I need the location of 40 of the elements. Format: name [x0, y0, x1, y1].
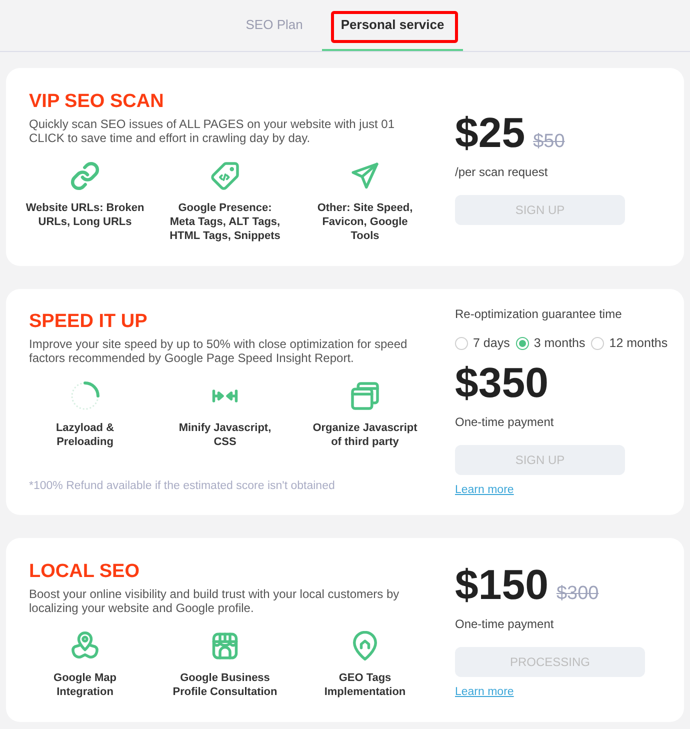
old-price: $50 [533, 131, 565, 153]
plan-description: Quickly scan SEO issues of ALL PAGES on your website with just 01 CLICK to save time and effort in crawling day by day. [29, 117, 396, 145]
price: $350 [455, 358, 548, 407]
feature-label: Lazyload & Preloading [54, 421, 116, 449]
guarantee-label: Re-optimization guarantee time [455, 307, 623, 322]
plan-title: LOCAL SEO [29, 561, 140, 583]
paper-plane-icon [350, 161, 380, 191]
learn-more-link[interactable]: Learn more [455, 482, 514, 497]
price-note: /per scan request [455, 165, 549, 179]
plan-description: Boost your online visibility and build trust with your local customers by localizing your website and Google profile. [29, 587, 400, 615]
feature-label: Google Business Profile Consultation [172, 671, 278, 699]
radio-option[interactable]: 7 days [455, 334, 510, 353]
feature-label: Other: Site Speed, Favicon, Google Tools [316, 201, 414, 243]
radio-option[interactable]: 12 months [591, 334, 668, 353]
plan-title: VIP SEO SCAN [29, 91, 165, 113]
code-tag-icon [210, 161, 240, 191]
feature-label: Google Map Integration [52, 671, 118, 699]
map-pin-icon [70, 631, 100, 661]
stacked-windows-icon [350, 381, 380, 411]
radio-option[interactable]: 3 months [516, 334, 586, 353]
feature-label: GEO Tags Implementation [323, 671, 407, 699]
feature-label: Google Presence: Meta Tags, ALT Tags, HTML Tags, Snippets [168, 201, 282, 243]
link-icon [70, 161, 100, 191]
plan-description: Improve your site speed by up to 50% with close optimization for speed factors recommended by Google Page Speed Insight Report. [29, 337, 408, 365]
store-icon [210, 631, 240, 661]
tab[interactable]: SEO Plan [226, 0, 322, 51]
location-home-icon [350, 631, 380, 661]
price-note: One-time payment [455, 617, 555, 631]
price: $25 [455, 109, 526, 157]
feature-label: Minify Javascript, CSS [178, 421, 272, 449]
refund-note: *100% Refund available if the estimated score isn't obtained [29, 479, 336, 493]
plan-title: SPEED IT UP [29, 311, 148, 333]
tab[interactable]: Personal service [322, 0, 464, 51]
feature-label: Organize Javascript of third party [312, 421, 418, 449]
price-note: One-time payment [455, 414, 555, 429]
price: $150 [455, 561, 548, 609]
loading-spinner-icon [70, 381, 100, 411]
feature-label: Website URLs: Broken URLs, Long URLs [24, 201, 146, 229]
old-price: $300 [556, 583, 599, 605]
learn-more-link[interactable]: Learn more [455, 685, 514, 699]
